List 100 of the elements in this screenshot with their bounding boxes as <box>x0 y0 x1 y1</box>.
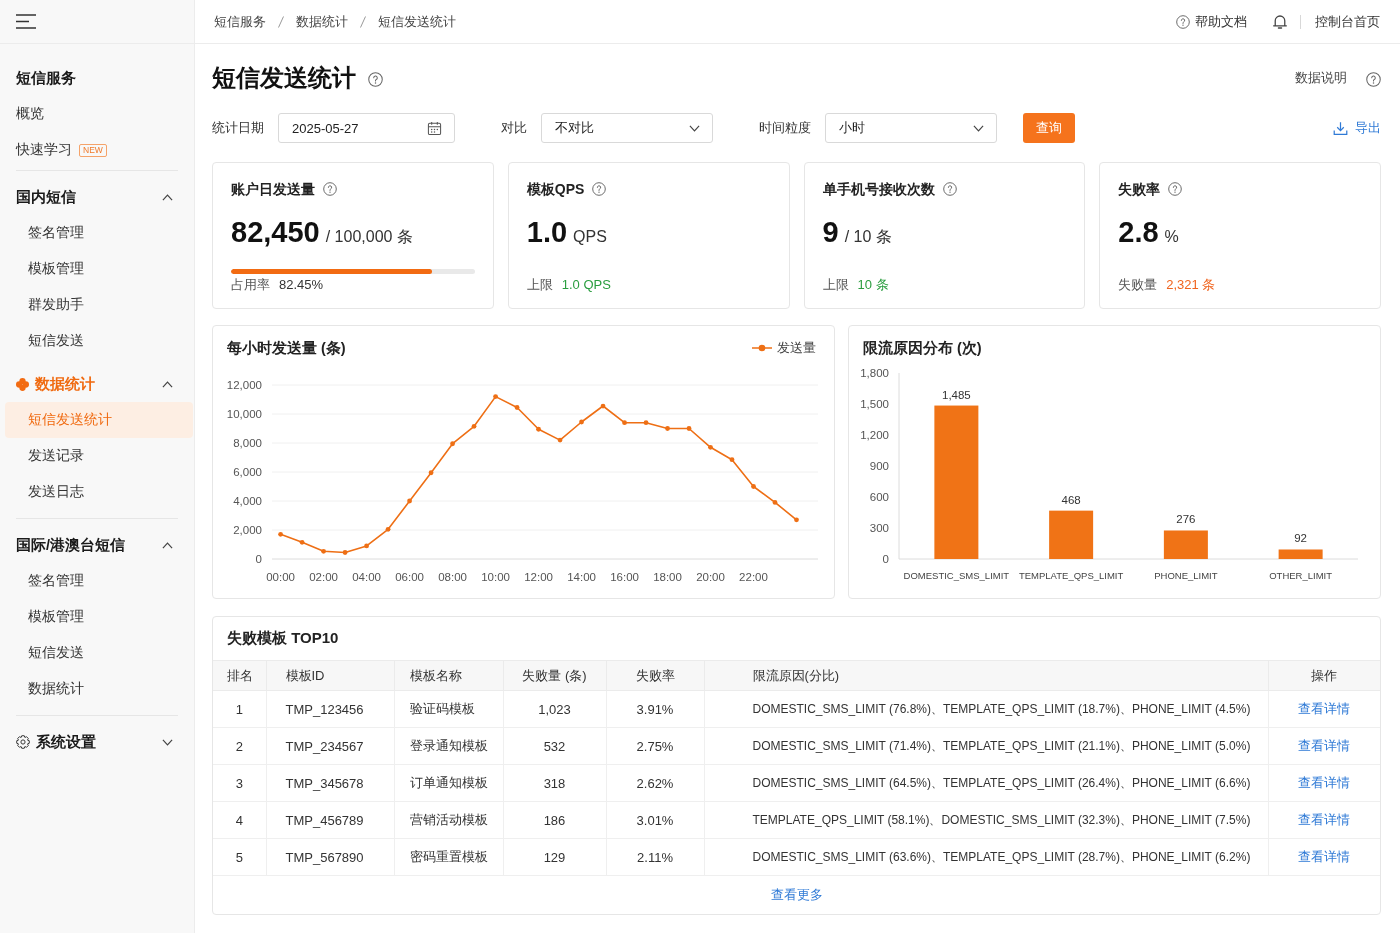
column-header: 失败率 <box>606 660 704 691</box>
axis-label: 10,000 <box>226 408 262 420</box>
data-point <box>299 539 305 545</box>
stat-value: 82,450 <box>231 215 320 250</box>
bell-icon[interactable] <box>1273 14 1287 29</box>
sidebar-heading: 短信服务 <box>15 68 77 88</box>
clover-icon <box>16 377 29 391</box>
breadcrumb-item[interactable]: 短信服务 <box>214 12 266 31</box>
chevron-up-icon[interactable] <box>162 193 173 201</box>
dropdown[interactable]: 不对比 <box>541 113 713 143</box>
sidebar-group[interactable]: 国际/港澳台短信 <box>0 527 194 563</box>
data-point <box>686 426 692 431</box>
view-more-link[interactable]: 查看更多 <box>770 886 823 904</box>
stat-unit: QPS <box>573 227 607 247</box>
sidebar-item[interactable]: 短信发送 <box>5 635 193 671</box>
sidebar-item[interactable]: 发送记录 <box>5 438 193 474</box>
value-label: 276 <box>1176 513 1196 526</box>
console-home-link[interactable]: 控制台首页 <box>1315 12 1380 31</box>
sidebar-group[interactable]: 系统设置 <box>0 724 194 760</box>
chevron-down-icon[interactable] <box>162 738 173 746</box>
axis-label: 04:00 <box>352 571 381 583</box>
table-cell: 532 <box>503 727 606 765</box>
axis-label: 0 <box>255 553 262 565</box>
calendar-icon <box>427 120 442 136</box>
axis-label: 4,000 <box>233 495 262 507</box>
table-cell: 129 <box>503 838 606 876</box>
view-details-link[interactable]: 查看详情 <box>1298 812 1351 827</box>
axis-label: TEMPLATE_QPS_LIMIT <box>1018 570 1124 581</box>
table-cell: TMP_123456 <box>266 690 394 728</box>
data-point <box>471 423 477 429</box>
table-cell: 318 <box>503 764 606 802</box>
sidebar-item[interactable]: 群发助手 <box>5 287 193 323</box>
data-point <box>600 403 606 409</box>
help-icon[interactable] <box>1176 14 1190 29</box>
view-details-link[interactable]: 查看详情 <box>1298 701 1351 716</box>
table-cell: 登录通知模板 <box>394 727 503 765</box>
stat-unit: / 100,000 条 <box>325 227 413 247</box>
table-cell: 2.75% <box>606 727 704 765</box>
view-details-link[interactable]: 查看详情 <box>1298 738 1351 753</box>
stat-footer-value: 10 条 <box>857 276 889 294</box>
stat-value: 1.0 <box>526 215 568 250</box>
axis-label: 600 <box>869 491 889 503</box>
sidebar-group[interactable]: 国内短信 <box>0 179 194 215</box>
table-cell: DOMESTIC_SMS_LIMIT (76.8%)、TEMPLATE_QPS_LIMIT (18.7%)、PHONE_LIMIT (4.5%) <box>704 690 1268 728</box>
view-details-link[interactable]: 查看详情 <box>1298 849 1351 864</box>
chart-bar <box>1049 510 1094 559</box>
sidebar-item[interactable]: 短信发送 <box>5 323 193 359</box>
axis-label: 1,200 <box>860 429 889 441</box>
help-icon[interactable] <box>368 71 383 87</box>
sidebar-item[interactable]: 签名管理 <box>5 215 193 251</box>
table-cell: 3.91% <box>606 690 704 728</box>
axis-label: 10:00 <box>481 571 510 583</box>
data-info-link[interactable]: 数据说明 <box>1295 69 1381 87</box>
stat-footer-label: 上限 <box>526 276 553 294</box>
column-header: 模板名称 <box>394 660 503 691</box>
field-label: 统计日期 <box>212 119 264 137</box>
chart-title: 每小时发送量 (条) <box>227 338 346 358</box>
stat-footer-label: 上限 <box>822 276 849 294</box>
column-header: 排名 <box>213 660 266 691</box>
sidebar-item[interactable]: 模板管理 <box>5 251 193 287</box>
menu-icon[interactable] <box>16 14 36 29</box>
chevron-up-icon[interactable] <box>162 541 173 549</box>
axis-label: 18:00 <box>653 571 682 583</box>
table-cell: 4 <box>213 801 266 839</box>
stat-footer-value: 2,321 条 <box>1166 276 1216 294</box>
table-cell: TMP_456789 <box>266 801 394 839</box>
axis-label: 300 <box>869 522 889 534</box>
download-icon <box>1333 120 1348 136</box>
export-link[interactable]: 导出 <box>1333 119 1381 137</box>
sidebar-item[interactable]: 数据统计 <box>5 671 193 707</box>
chevron-up-icon[interactable] <box>162 380 173 388</box>
sidebar-item[interactable]: 签名管理 <box>5 563 193 599</box>
axis-label: 6,000 <box>233 466 262 478</box>
axis-label: OTHER_LIMIT <box>1269 570 1333 581</box>
chevron-down-icon[interactable] <box>973 124 984 132</box>
stat-title: 失败率 <box>1118 180 1161 199</box>
help-icon[interactable] <box>1366 71 1381 87</box>
legend-marker-icon <box>752 344 772 352</box>
help-icon[interactable] <box>323 182 337 196</box>
table-cell: DOMESTIC_SMS_LIMIT (64.5%)、TEMPLATE_QPS_LIMIT (26.4%)、PHONE_LIMIT (6.6%) <box>704 764 1268 802</box>
data-point <box>428 470 434 476</box>
help-icon[interactable] <box>942 182 957 196</box>
data-point <box>278 531 283 537</box>
axis-label: 06:00 <box>395 571 424 583</box>
view-details-link[interactable]: 查看详情 <box>1298 775 1351 790</box>
help-icon[interactable] <box>592 182 607 196</box>
help-icon[interactable] <box>1168 182 1183 196</box>
value-label: 468 <box>1061 493 1081 506</box>
sidebar-item[interactable]: 概览 <box>0 96 193 132</box>
dropdown[interactable]: 小时 <box>825 113 997 143</box>
axis-label: 22:00 <box>739 571 768 583</box>
table-cell: DOMESTIC_SMS_LIMIT (71.4%)、TEMPLATE_QPS_LIMIT (21.1%)、PHONE_LIMIT (5.0%) <box>704 727 1268 765</box>
sidebar-item[interactable]: 模板管理 <box>5 599 193 635</box>
stat-value: 2.8 <box>1118 215 1159 250</box>
help-docs-link[interactable]: 帮助文档 <box>1176 12 1247 31</box>
date-picker[interactable]: 2025-05-27 <box>278 113 455 143</box>
breadcrumb-item[interactable]: 数据统计 <box>296 12 348 31</box>
sidebar-item[interactable]: 快速学习 NEW <box>0 132 193 168</box>
chevron-down-icon[interactable] <box>689 124 700 132</box>
sidebar-item[interactable]: 发送日志 <box>5 474 193 510</box>
